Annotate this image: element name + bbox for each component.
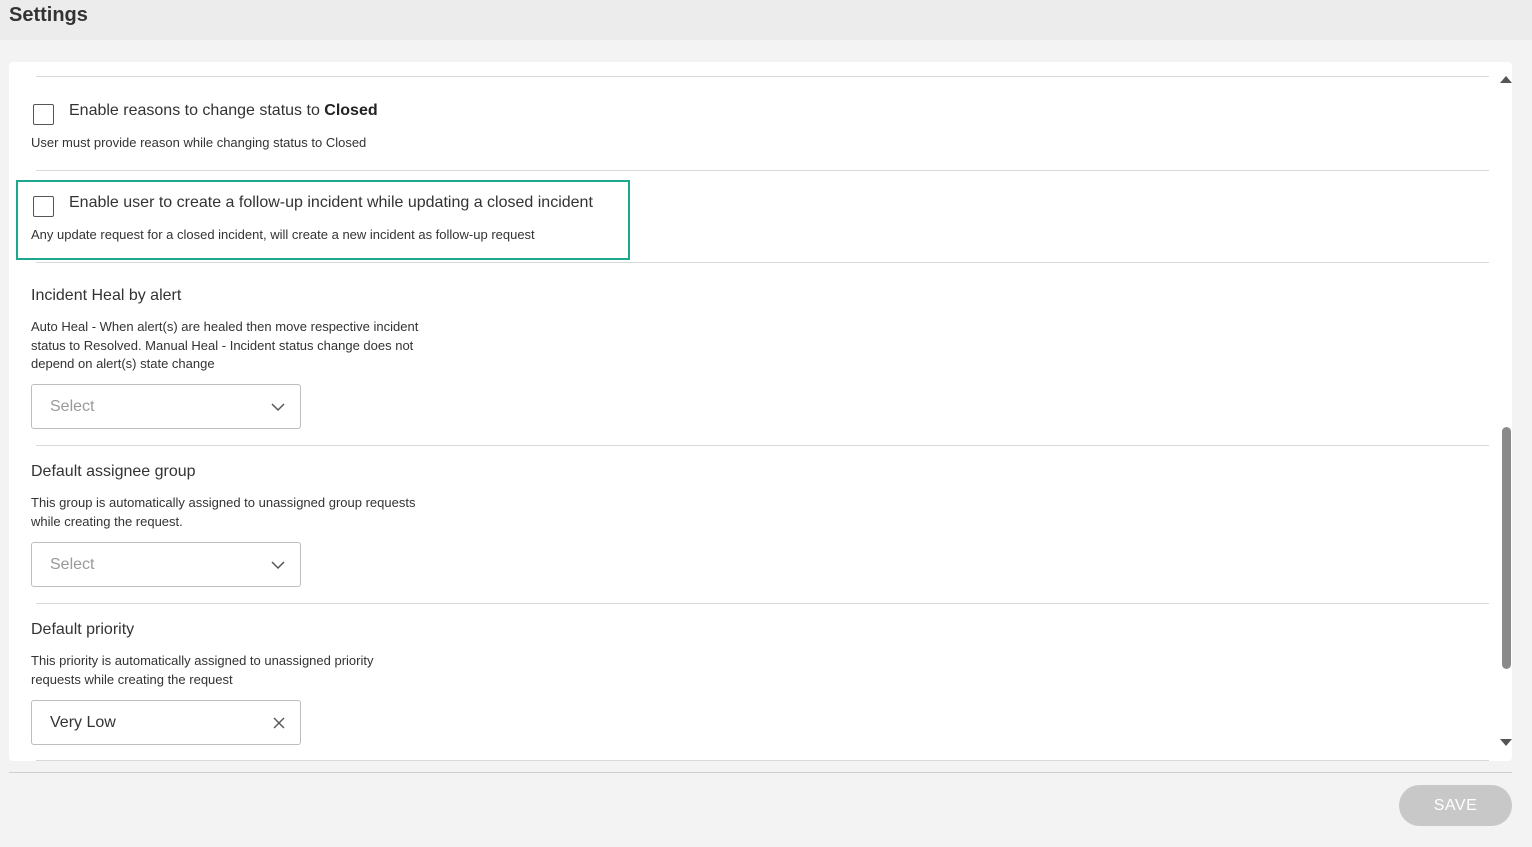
reasons-closed-label-text: Enable reasons to change status to	[69, 102, 325, 119]
divider	[36, 76, 1489, 77]
description-line: This priority is automatically assigned …	[31, 653, 374, 668]
incident-heal-select[interactable]: Select	[31, 384, 301, 429]
incident-heal-description: Auto Heal - When alert(s) are healed the…	[31, 318, 418, 374]
scrollbar[interactable]	[1500, 62, 1512, 761]
default-priority-description: This priority is automatically assigned …	[31, 652, 374, 689]
divider	[36, 170, 1489, 171]
select-placeholder: Select	[50, 398, 95, 415]
footer-divider	[9, 772, 1512, 773]
page-title: Settings	[9, 4, 88, 26]
reasons-closed-checkbox[interactable]	[33, 104, 54, 125]
select-value: Very Low	[50, 714, 116, 731]
reasons-closed-label-bold: Closed	[324, 102, 378, 119]
divider	[36, 262, 1489, 263]
description-line: depend on alert(s) state change	[31, 356, 215, 371]
divider	[36, 445, 1489, 446]
divider	[36, 760, 1489, 761]
highlight-box	[16, 180, 630, 260]
chevron-down-icon	[271, 561, 285, 570]
scrollbar-thumb[interactable]	[1502, 427, 1511, 669]
follow-up-label: Enable user to create a follow-up incide…	[69, 194, 593, 211]
description-line: This group is automatically assigned to …	[31, 495, 416, 510]
description-line: Auto Heal - When alert(s) are healed the…	[31, 319, 419, 334]
settings-panel: Enable reasons to change status to Close…	[9, 62, 1512, 761]
scroll-down-arrow-icon[interactable]	[1500, 738, 1512, 748]
follow-up-description: Any update request for a closed incident…	[31, 227, 535, 242]
default-assignee-select[interactable]: Select	[31, 542, 301, 587]
follow-up-checkbox[interactable]	[33, 196, 54, 217]
description-line: while creating the request.	[31, 513, 183, 529]
default-assignee-description: This group is automatically assigned to …	[31, 494, 415, 531]
default-priority-title: Default priority	[31, 621, 135, 638]
incident-heal-title: Incident Heal by alert	[31, 287, 182, 304]
scroll-up-arrow-icon[interactable]	[1500, 74, 1512, 84]
description-line: requests while creating the request	[31, 671, 233, 687]
reasons-closed-description: User must provide reason while changing …	[31, 135, 367, 150]
reasons-closed-label: Enable reasons to change status to Close…	[69, 102, 378, 120]
description-line: status to Resolved. Manual Heal - Incide…	[31, 337, 414, 353]
divider	[36, 603, 1489, 604]
chevron-down-icon	[271, 403, 285, 412]
default-priority-select[interactable]: Very Low	[31, 700, 301, 745]
save-button[interactable]: SAVE	[1399, 785, 1512, 826]
close-icon[interactable]	[272, 716, 286, 730]
default-assignee-title: Default assignee group	[31, 463, 196, 480]
header-bar: Settings	[0, 0, 1532, 40]
select-placeholder: Select	[50, 556, 95, 573]
